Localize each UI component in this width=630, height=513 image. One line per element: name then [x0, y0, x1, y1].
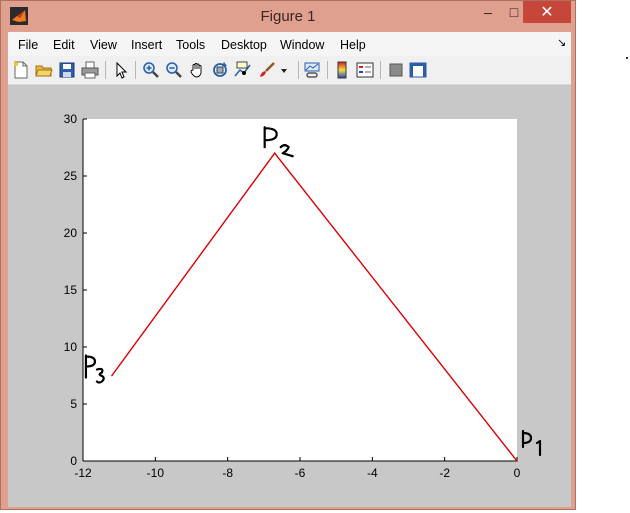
rotate-3d-icon[interactable] [211, 61, 229, 79]
menu-insert[interactable]: Insert [131, 38, 162, 52]
x-tick-label: -4 [367, 466, 378, 480]
toolbar-separator [327, 61, 328, 79]
plot-svg[interactable]: -12 -10 -8 -6 -4 -2 0 0 5 10 15 20 25 30 [8, 85, 571, 507]
menu-window[interactable]: Window [280, 38, 324, 52]
menu-desktop[interactable]: Desktop [221, 38, 267, 52]
zoom-out-icon[interactable] [165, 61, 183, 79]
data-point[interactable] [516, 460, 518, 462]
print-figure-icon[interactable] [81, 61, 99, 79]
data-cursor-icon[interactable] [234, 61, 252, 79]
menu-file[interactable]: File [18, 38, 38, 52]
axes-background[interactable] [83, 119, 517, 461]
menu-view[interactable]: View [90, 38, 117, 52]
hide-plot-tools-icon[interactable] [387, 61, 405, 79]
y-tick-label: 25 [64, 169, 78, 183]
insert-legend-icon[interactable] [356, 61, 374, 79]
pan-hand-icon[interactable] [188, 61, 206, 79]
show-plot-tools-icon[interactable] [409, 61, 427, 79]
link-plot-icon[interactable] [303, 61, 321, 79]
figure-client-area: File Edit View Insert Tools Desktop Wind… [8, 32, 571, 507]
stray-dot [626, 57, 628, 59]
toolbar-separator [135, 61, 136, 79]
close-button[interactable]: ✕ [523, 1, 571, 23]
brush-dropdown-icon[interactable] [279, 61, 291, 79]
insert-colorbar-icon[interactable] [333, 61, 351, 79]
y-tick-label: 20 [64, 226, 78, 240]
x-tick-label: -10 [147, 466, 165, 480]
data-point[interactable] [111, 374, 113, 377]
new-figure-icon[interactable] [12, 61, 30, 79]
title-bar[interactable]: Figure 1 – □ ✕ [1, 1, 575, 31]
x-tick-label: -6 [295, 466, 306, 480]
open-file-icon[interactable] [35, 61, 53, 79]
brush-icon[interactable] [258, 61, 276, 79]
x-tick-label: 0 [514, 466, 521, 480]
menu-bar: File Edit View Insert Tools Desktop Wind… [8, 32, 571, 56]
zoom-in-icon[interactable] [142, 61, 160, 79]
maximize-button[interactable]: □ [503, 1, 525, 23]
y-tick-label: 5 [70, 397, 77, 411]
toolbar-separator [298, 61, 299, 79]
y-tick-label: 15 [64, 283, 78, 297]
figure-toolbar [8, 56, 571, 85]
y-tick-label: 30 [64, 112, 78, 126]
dock-figure-arrow-icon[interactable]: ↘ [557, 36, 566, 49]
x-tick-label: -12 [74, 466, 92, 480]
figure-window: Figure 1 – □ ✕ File Edit View Insert Too… [0, 0, 576, 510]
menu-help[interactable]: Help [340, 38, 366, 52]
y-tick-label: 0 [70, 454, 77, 468]
vertex-label-p1 [521, 429, 542, 457]
x-tick-label: -2 [439, 466, 450, 480]
menu-tools[interactable]: Tools [176, 38, 205, 52]
toolbar-separator [105, 61, 106, 79]
toolbar-separator [380, 61, 381, 79]
minimize-button[interactable]: – [477, 1, 499, 23]
edit-plot-arrow-icon[interactable] [112, 61, 130, 79]
y-tick-label: 10 [64, 340, 78, 354]
save-figure-icon[interactable] [58, 61, 76, 79]
data-point[interactable] [273, 152, 276, 154]
figure-canvas[interactable]: -12 -10 -8 -6 -4 -2 0 0 5 10 15 20 25 30 [8, 85, 571, 507]
x-tick-label: -8 [222, 466, 233, 480]
menu-edit[interactable]: Edit [53, 38, 75, 52]
